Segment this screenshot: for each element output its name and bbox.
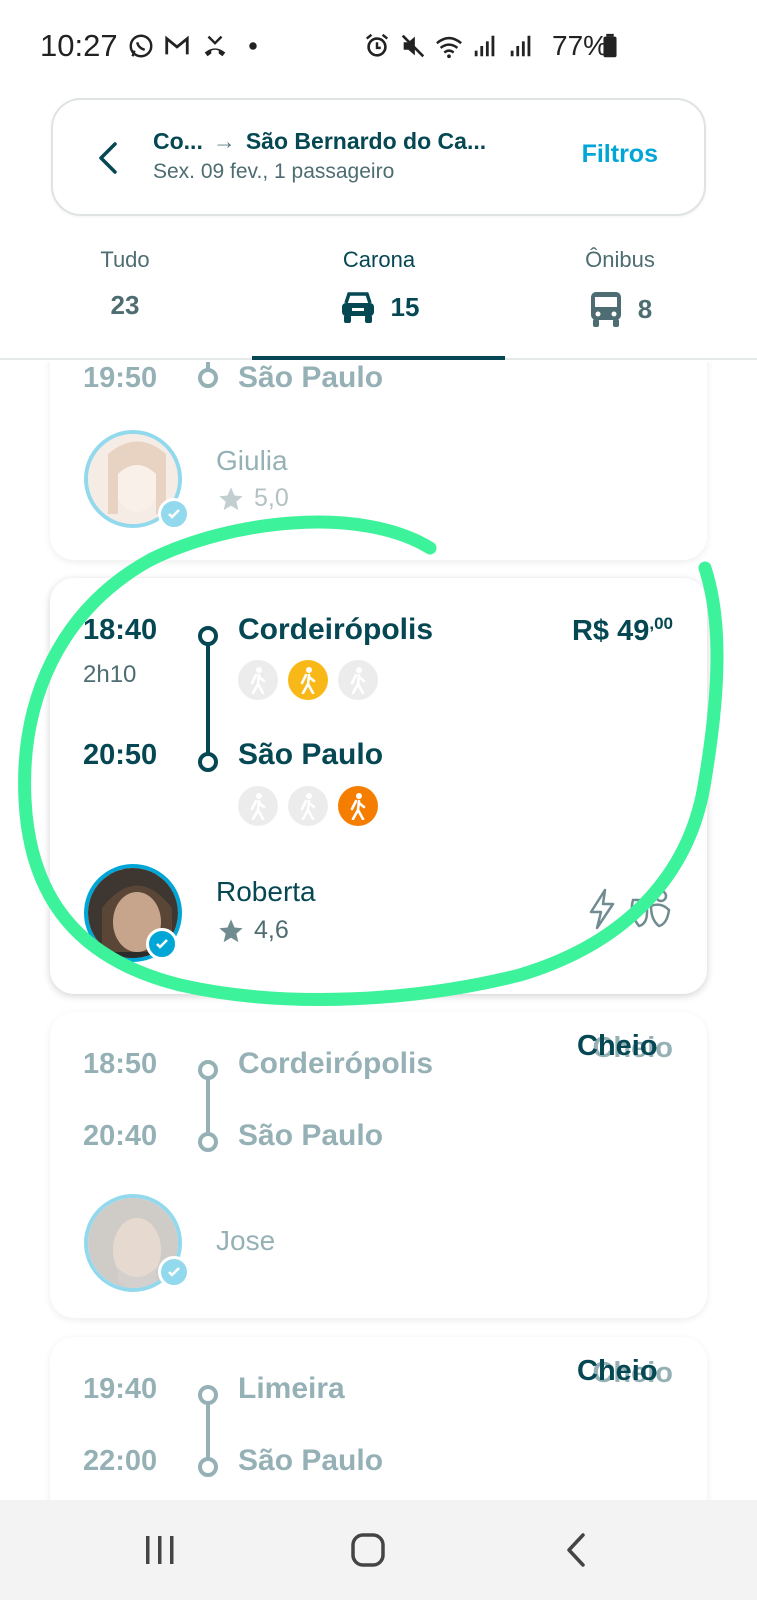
tab-count: 23	[110, 290, 140, 320]
walk-icon	[338, 786, 378, 826]
driver-name: Roberta	[216, 876, 316, 907]
walk-icon	[288, 786, 328, 826]
recent-apps-icon	[146, 1536, 174, 1564]
walk-icon	[238, 786, 278, 826]
price-main: R$ 49	[571, 615, 650, 647]
transport-tabs: Tudo 23 Carona 15 Ônibus 8	[0, 235, 757, 360]
system-navigation-bar	[0, 1500, 757, 1600]
verified-badge-icon	[158, 498, 190, 530]
arrival-city: São Paulo	[238, 362, 384, 394]
home-icon	[351, 1533, 385, 1567]
arrival-time: 22:00	[83, 1445, 158, 1477]
ride-card[interactable]: 19:50 São Paulo Giulia 5,0	[50, 362, 707, 560]
tab-carpool[interactable]: Carona 15	[270, 235, 488, 360]
departure-city: Cordeirópolis	[238, 613, 434, 646]
price-cents: ,00	[649, 614, 673, 633]
route-summary: Co... → São Bernardo do Ca...	[153, 128, 486, 155]
arrival-time: 19:50	[83, 362, 158, 394]
tab-bus[interactable]: Ônibus 8	[560, 235, 680, 360]
search-summary[interactable]: Co... → São Bernardo do Ca... Sex. 09 fev.…	[51, 98, 706, 216]
departure-time: 18:50	[83, 1048, 158, 1080]
arrival-dot	[198, 1132, 218, 1152]
home-button[interactable]	[338, 1522, 398, 1578]
departure-time: 18:40	[83, 614, 158, 646]
ride-card[interactable]: 18:40 2h10 Cordeirópolis R$ 49,00 20:50 …	[50, 578, 707, 994]
alarm-icon	[365, 33, 389, 57]
filters-button[interactable]: Filtros	[582, 140, 658, 169]
destination-city: São Bernardo do Ca...	[245, 128, 487, 154]
full-label: Cheio	[577, 1030, 658, 1062]
full-label: Cheio	[577, 1355, 658, 1387]
departure-city: Cordeirópolis	[238, 1047, 434, 1080]
status-time: 10:27	[40, 28, 118, 63]
walk-icon	[238, 660, 278, 700]
star-icon	[219, 486, 243, 510]
tab-label: Tudo	[100, 247, 150, 272]
arrival-time: 20:50	[83, 739, 158, 771]
tab-label: Ônibus	[585, 247, 655, 272]
rating-value: 4,6	[254, 916, 289, 944]
recent-apps-button[interactable]	[130, 1522, 190, 1578]
driver-name: Giulia	[216, 445, 288, 476]
dropoff-distance-indicator	[238, 786, 378, 826]
wifi-icon	[436, 36, 462, 59]
active-tab-indicator	[252, 356, 505, 360]
walk-icon	[288, 660, 328, 700]
trip-duration: 2h10	[83, 661, 137, 688]
departure-dot	[198, 626, 218, 646]
bus-icon	[590, 292, 621, 327]
arrival-dot	[198, 368, 218, 388]
tab-label: Carona	[342, 247, 416, 272]
pickup-distance-indicator	[238, 660, 378, 700]
walk-icon	[338, 660, 378, 700]
car-icon	[341, 292, 374, 323]
departure-city: Limeira	[238, 1372, 345, 1405]
arrival-time: 20:40	[83, 1120, 158, 1152]
back-icon	[567, 1533, 585, 1567]
whatsapp-icon	[129, 34, 153, 58]
mute-icon	[401, 34, 425, 58]
gmail-icon	[165, 35, 189, 55]
tab-count-row: 23	[40, 290, 210, 321]
arrival-dot	[198, 1457, 218, 1477]
back-button[interactable]	[546, 1522, 606, 1578]
max-two-back-icon	[630, 889, 671, 928]
tab-all[interactable]: Tudo 23	[40, 235, 210, 360]
battery-icon	[603, 33, 617, 58]
verified-badge-icon	[158, 1256, 190, 1288]
departure-dot	[198, 1385, 218, 1405]
departure-time: 19:40	[83, 1373, 158, 1405]
instant-booking-icon	[589, 888, 615, 930]
ride-price: R$ 49,00	[572, 614, 673, 648]
tab-count-row: 8	[560, 290, 680, 328]
route-line	[206, 644, 210, 756]
departure-dot	[198, 1060, 218, 1080]
tab-count: 15	[390, 291, 420, 322]
star-icon	[219, 918, 243, 942]
tab-count: 8	[637, 293, 653, 324]
arrival-city: São Paulo	[238, 738, 384, 771]
back-chevron-icon[interactable]	[93, 140, 123, 176]
driver-name: Jose	[216, 1225, 276, 1256]
verified-badge-icon	[146, 928, 178, 960]
ride-list[interactable]: 19:50 São Paulo Giulia 5,0 18:40 2h10 Co…	[0, 362, 757, 1500]
arrival-city: São Paulo	[238, 1119, 384, 1152]
missed-call-icon	[204, 35, 226, 57]
route-line	[206, 1078, 210, 1134]
rating-value: 5,0	[254, 484, 289, 512]
driver-rating: 4,6	[216, 916, 289, 945]
driver-rating: 5,0	[216, 484, 289, 513]
status-bar: 10:27 77%	[0, 0, 757, 96]
arrival-city: São Paulo	[238, 1444, 384, 1477]
arrow-right-icon: →	[212, 128, 236, 154]
origin-city: Co...	[153, 128, 203, 154]
signal-icon	[510, 35, 531, 57]
tab-count-row: 15	[270, 290, 488, 324]
arrival-dot	[198, 752, 218, 772]
signal-icon	[474, 35, 495, 57]
route-line	[206, 1403, 210, 1459]
search-date-passengers: Sex. 09 fev., 1 passageiro	[153, 160, 395, 183]
notification-dot-icon	[249, 42, 257, 50]
ride-features	[585, 888, 673, 930]
